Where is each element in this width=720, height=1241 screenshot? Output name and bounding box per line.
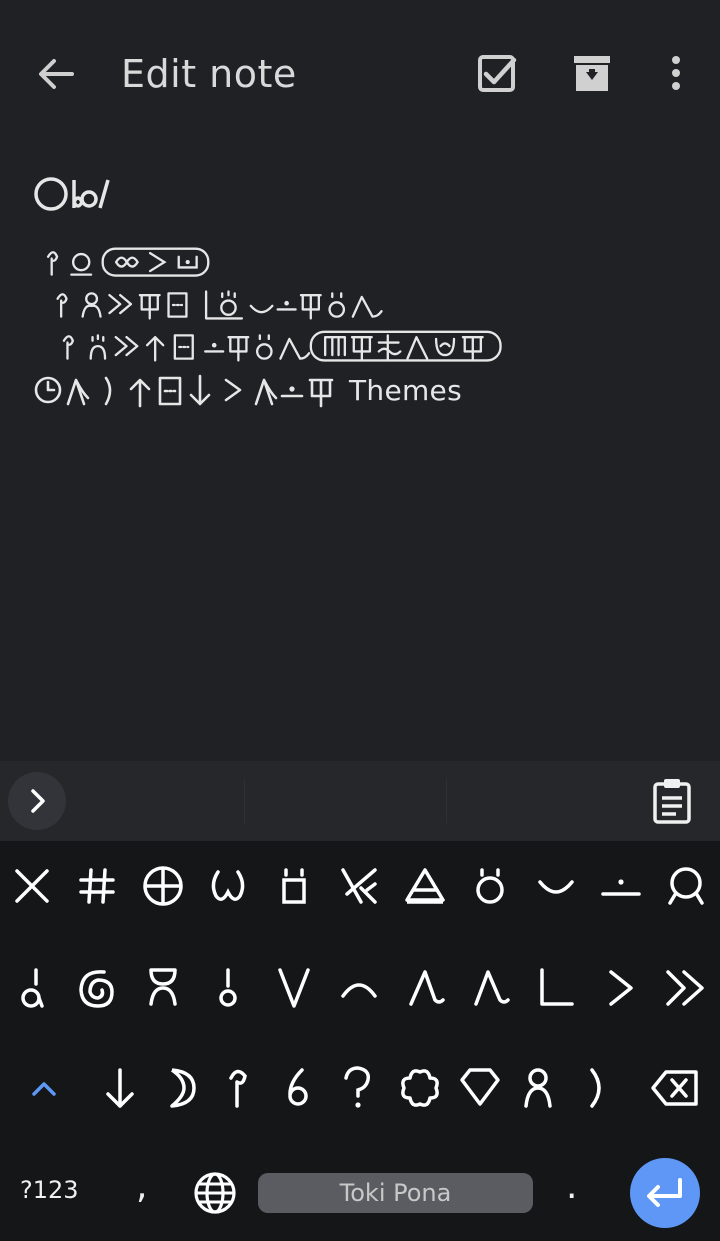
key-jan[interactable] (656, 846, 716, 926)
key-wan[interactable] (2, 948, 62, 1028)
key-soweli[interactable] (133, 948, 193, 1028)
key-seme[interactable] (328, 1048, 388, 1128)
checkbox-icon[interactable] (473, 50, 521, 98)
globe-icon[interactable] (190, 1168, 240, 1218)
note-title-glyphs (34, 177, 110, 211)
key-lon[interactable] (526, 948, 586, 1028)
note-editor[interactable]: Themes (32, 160, 692, 750)
page-title: Edit note (121, 52, 297, 96)
backspace-key[interactable] (645, 1048, 705, 1128)
expand-toolbar-button[interactable] (8, 772, 66, 830)
chevron-right-icon (31, 789, 45, 813)
key-sewi[interactable] (395, 846, 455, 926)
enter-icon (647, 1178, 682, 1207)
key-pakala[interactable] (329, 846, 389, 926)
note-line-4: Themes (34, 372, 674, 408)
note-text-themes: Themes (349, 374, 462, 407)
more-vert-icon[interactable] (652, 50, 700, 98)
key-lili[interactable] (198, 948, 258, 1028)
shift-key[interactable] (14, 1048, 74, 1128)
key-sike-spiral[interactable] (67, 948, 127, 1028)
key-kulupu-hash[interactable] (67, 846, 127, 926)
archive-icon[interactable] (568, 50, 616, 98)
symbols-key[interactable]: ?123 (20, 1176, 79, 1204)
space-bar[interactable]: Toki Pona (258, 1173, 533, 1213)
back-arrow-icon[interactable] (32, 50, 80, 98)
note-line-4-glyphs (34, 374, 334, 408)
key-anpa[interactable] (395, 948, 455, 1028)
suggestion-divider (244, 779, 245, 823)
period-key[interactable]: . (566, 1166, 577, 1207)
clipboard-icon[interactable] (648, 776, 696, 826)
key-jan-person[interactable] (508, 1048, 568, 1128)
app-bar: Edit note (0, 0, 720, 150)
note-line-2 (56, 290, 383, 320)
key-tawa-double[interactable] (656, 948, 716, 1028)
key-tawa[interactable] (591, 948, 651, 1028)
key-ma[interactable] (133, 846, 193, 926)
key-kama[interactable] (264, 948, 324, 1028)
comma-key[interactable]: , (136, 1166, 147, 1207)
key-sewi-arc[interactable] (329, 948, 389, 1028)
key-kasi-flower[interactable] (390, 1048, 450, 1128)
suggestion-divider (446, 779, 447, 823)
key-paren[interactable] (568, 1048, 628, 1128)
key-toki[interactable] (209, 1048, 269, 1128)
key-mun[interactable] (150, 1048, 210, 1128)
key-anpa-arrow[interactable] (90, 1048, 150, 1128)
key-ala[interactable] (2, 846, 62, 926)
keyboard: ?123 , Toki Pona . (0, 841, 720, 1241)
note-line-1 (46, 247, 210, 277)
note-line-3 (62, 330, 502, 362)
enter-button[interactable] (630, 1158, 700, 1228)
key-uta[interactable] (526, 846, 586, 926)
key-lawa[interactable] (264, 846, 324, 926)
key-pi[interactable] (591, 846, 651, 926)
key-len[interactable] (460, 846, 520, 926)
key-six-glyph[interactable] (268, 1048, 328, 1128)
key-kiwen[interactable] (450, 1048, 510, 1128)
keyboard-suggestion-bar (0, 761, 720, 841)
key-mama[interactable] (198, 846, 258, 926)
key-nena[interactable] (460, 948, 520, 1028)
